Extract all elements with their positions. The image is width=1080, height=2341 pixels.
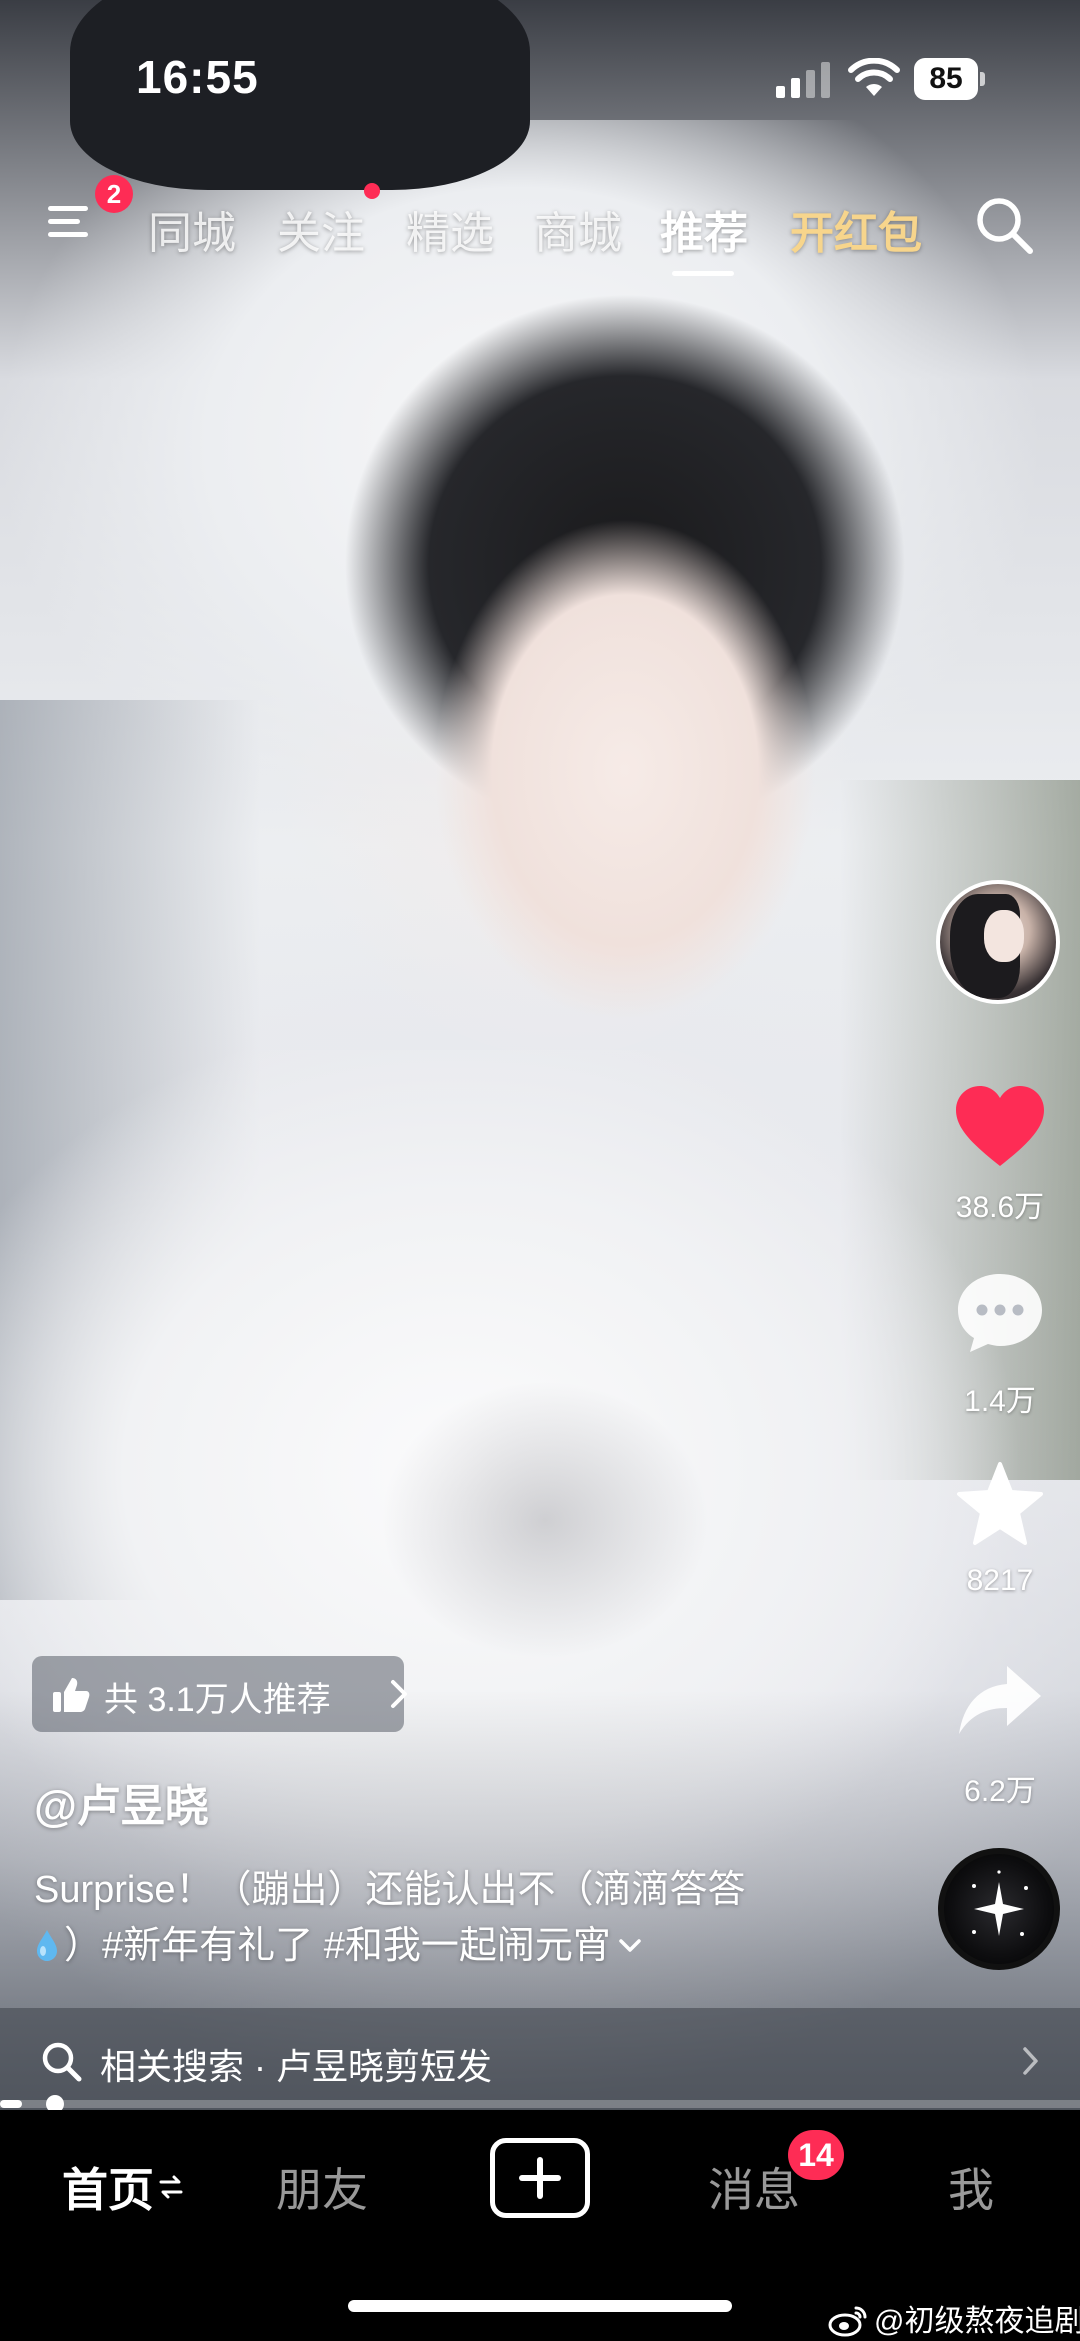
music-disc[interactable] (938, 1848, 1060, 1970)
share-count: 6.2万 (964, 1775, 1036, 1808)
favorite-button[interactable] (920, 1460, 1080, 1560)
tab-mall[interactable]: 商城 (534, 197, 622, 261)
thumbs-up-icon (53, 1678, 90, 1712)
weibo-logo-icon (828, 2306, 867, 2337)
caption-line-2: ）#新年有礼了 #和我一起闹元宵 (64, 1925, 611, 1967)
comment-icon (958, 1274, 1042, 1352)
video-progress-fill (0, 2100, 22, 2108)
caption-line-1: Surprise！（蹦出）还能认出不（滴滴答答 (34, 1869, 746, 1911)
comment-count: 1.4万 (964, 1385, 1036, 1418)
tab-red-packet[interactable]: 开红包 (790, 197, 922, 261)
home-indicator[interactable] (348, 2300, 732, 2312)
share-button[interactable] (920, 1660, 1080, 1750)
tab-recommended[interactable]: 推荐 (660, 197, 748, 261)
messages-badge: 14 (788, 2130, 844, 2180)
chevron-right-icon (391, 1680, 407, 1708)
recommend-count-label: 共 3.1万人推荐 (104, 1681, 331, 1719)
related-search-bar[interactable]: 相关搜索 · 卢昱晓剪短发 (0, 2008, 1080, 2112)
video-progress-bar[interactable] (0, 2095, 1080, 2113)
nav-home[interactable]: 首页 (62, 2154, 154, 2220)
nav-me[interactable]: 我 (948, 2154, 994, 2220)
nav-messages[interactable]: 消息 (708, 2154, 800, 2220)
comment-button[interactable] (920, 1270, 1080, 1370)
heart-icon (956, 1086, 1044, 1166)
hamburger-icon (48, 206, 88, 237)
top-nav: 2 同城 关注 精选 商城 推荐 开红包 (0, 175, 1080, 285)
sparkle-icon (972, 1870, 1028, 1936)
menu-badge: 2 (95, 175, 133, 213)
following-notification-dot (364, 183, 380, 199)
tab-nearby[interactable]: 同城 (148, 197, 236, 261)
tab-following[interactable]: 关注 (277, 197, 365, 261)
recommend-count-chip[interactable]: 共 3.1万人推荐 (32, 1656, 407, 1732)
water-drop-icon (37, 1930, 57, 1961)
related-search-label: 相关搜索 · 卢昱晓剪短发 (100, 2046, 492, 2087)
active-tab-indicator (672, 271, 734, 276)
refresh-arrows-icon[interactable] (158, 2172, 184, 2202)
search-icon (42, 2042, 82, 2082)
like-count: 38.6万 (955, 1191, 1045, 1224)
author-avatar[interactable] (936, 880, 1060, 1004)
create-button[interactable] (490, 2138, 590, 2218)
watermark: @初级熬夜追剧 (828, 2296, 1080, 2340)
nav-friends[interactable]: 朋友 (276, 2154, 368, 2220)
menu-button[interactable] (46, 200, 98, 244)
status-time: 16:55 (136, 51, 259, 103)
author-name[interactable]: @卢昱晓 (34, 1770, 209, 1834)
wifi-icon (848, 58, 900, 96)
star-icon (957, 1462, 1043, 1545)
status-bar: 16:55 85 (0, 0, 1080, 150)
watermark-label: @初级熬夜追剧 (874, 2305, 1080, 2338)
favorite-count: 8217 (966, 1564, 1034, 1597)
video-caption[interactable]: Surprise！（蹦出）还能认出不（滴滴答答 ）#新年有礼了 #和我一起闹元宵 (34, 1862, 834, 1974)
chevron-right-icon (1023, 2047, 1038, 2075)
video-frame-face (430, 520, 820, 1020)
action-rail: 38.6万 1.4万 8217 6.2万 (920, 0, 1080, 2110)
tab-featured[interactable]: 精选 (406, 197, 494, 261)
share-arrow-icon (959, 1666, 1041, 1734)
cellular-signal-icon (776, 62, 830, 98)
like-button[interactable] (920, 1080, 1080, 1180)
chevron-down-icon[interactable] (617, 1936, 643, 1956)
